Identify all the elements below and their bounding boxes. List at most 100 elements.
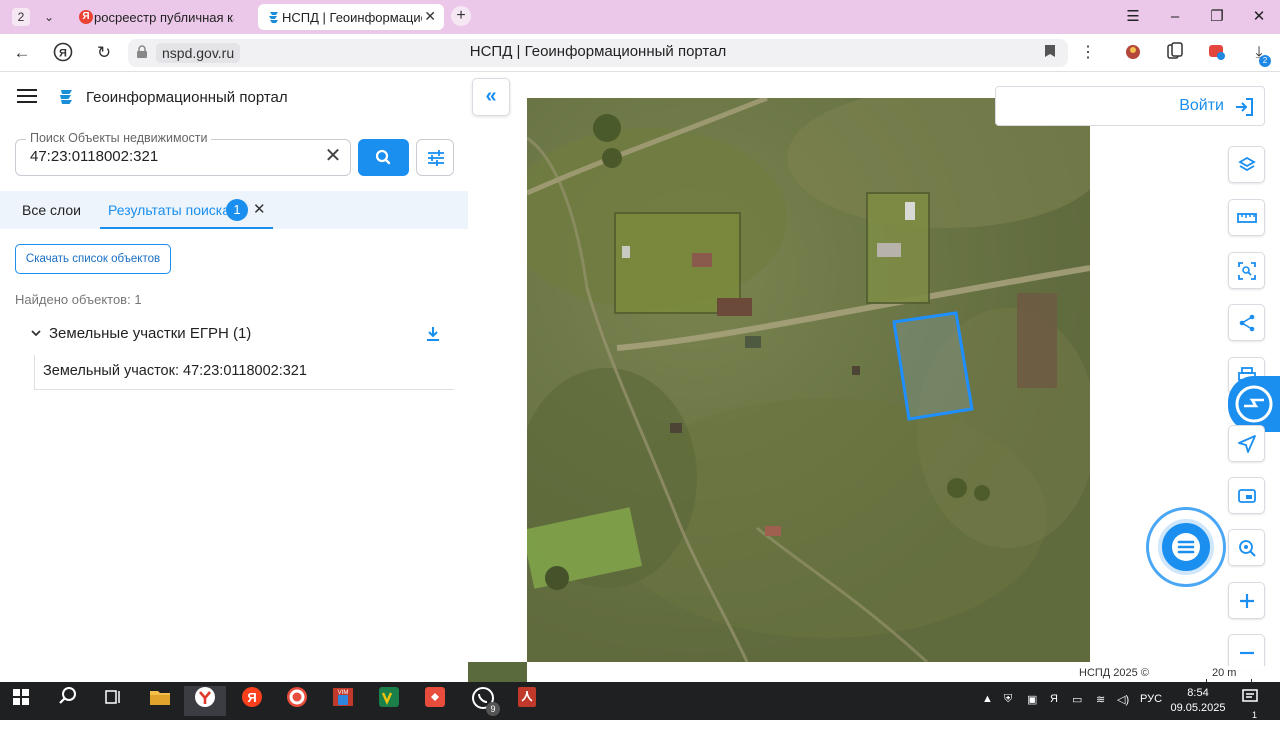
map-attribution: НСПД 2025 © 20 m: [1072, 666, 1268, 683]
language-indicator[interactable]: РУС: [1140, 693, 1162, 705]
search-location-button[interactable]: [1228, 529, 1265, 566]
back-arrow-icon[interactable]: ←: [10, 42, 34, 64]
browser-menu-icon[interactable]: ☰: [1118, 6, 1148, 28]
windows-start-icon[interactable]: [0, 686, 42, 716]
collapse-panel-button[interactable]: «: [472, 78, 510, 116]
yandex-icon[interactable]: Я: [231, 686, 273, 716]
active-tab-indicator: [100, 227, 273, 229]
restore-icon[interactable]: ❐: [1202, 6, 1232, 28]
left-panel: Геоинформационный портал Поиск Объекты н…: [0, 72, 470, 682]
portal-logo-icon: [57, 88, 75, 106]
tab-count-badge[interactable]: 2: [12, 8, 30, 26]
minimize-icon[interactable]: –: [1160, 6, 1190, 28]
filter-button[interactable]: [416, 139, 454, 176]
login-icon[interactable]: [1234, 97, 1254, 117]
share-button[interactable]: [1228, 304, 1265, 341]
filter-icon: [428, 150, 444, 166]
search-button[interactable]: [358, 139, 409, 176]
yandex-tray-icon[interactable]: Я: [1050, 693, 1058, 705]
security-tray-icon[interactable]: ⛨: [1004, 693, 1012, 706]
found-count: Найдено объектов: 1: [15, 292, 142, 307]
satellite-map[interactable]: [527, 98, 1090, 662]
notification-icon[interactable]: 1: [1232, 686, 1268, 720]
search-field[interactable]: Поиск Объекты недвижимости ✕: [15, 131, 351, 176]
browser-tab-rosreestr[interactable]: Я росреестр публичная кадастровая карта: [70, 4, 250, 30]
alice-icon[interactable]: [1205, 42, 1229, 64]
portal-title: Геоинформационный портал: [86, 89, 288, 106]
ccleaner-icon[interactable]: [276, 686, 318, 716]
result-group-header[interactable]: Земельные участки ЕГРН (1): [0, 322, 460, 348]
select-area-button[interactable]: [1228, 252, 1265, 289]
browser-tab-nspd[interactable]: НСПД | Геоинформационный портал ✕: [258, 4, 444, 30]
page-title: НСПД | Геоинформационный портал: [469, 43, 727, 60]
app-tray-icon[interactable]: ▲: [982, 693, 993, 705]
vim-icon[interactable]: VIM: [322, 686, 364, 716]
download-list-button[interactable]: Скачать список объектов: [15, 244, 171, 274]
volume-icon[interactable]: ◁): [1117, 693, 1129, 706]
zoom-out-icon: [1240, 651, 1254, 655]
bookmark-icon[interactable]: [1044, 44, 1056, 61]
login-bar[interactable]: Войти: [995, 86, 1265, 126]
anydesk-icon[interactable]: [414, 686, 456, 716]
reload-icon[interactable]: ↻: [92, 42, 116, 64]
search-label: Поиск Объекты недвижимости: [26, 131, 212, 145]
file-explorer-icon[interactable]: [139, 686, 181, 716]
download-icon[interactable]: [425, 325, 441, 343]
system-clock[interactable]: 8:54 09.05.2025: [1168, 686, 1228, 716]
tab-search-results[interactable]: Результаты поиска: [108, 202, 230, 218]
list-item[interactable]: Земельный участок: 47:23:0118002:321: [34, 355, 454, 390]
tab-all-layers[interactable]: Все слои: [22, 202, 81, 218]
pdf-reader-icon[interactable]: [506, 686, 548, 716]
windows-taskbar: Я VIM 9 ▲ ⛨ ▣ Я ▭ ≋ ◁) РУС 8:54 09.05.20…: [0, 682, 1280, 720]
search-icon[interactable]: [47, 686, 89, 716]
zoom-in-button[interactable]: [1228, 582, 1265, 619]
tab-title: росреестр публичная кадастровая карта: [94, 9, 234, 25]
task-view-icon[interactable]: [92, 686, 134, 716]
results-count-badge: 1: [226, 199, 248, 221]
zoom-in-icon: [1240, 594, 1254, 608]
monitor-tray-icon[interactable]: ▣: [1027, 693, 1037, 706]
search-input[interactable]: [30, 148, 310, 165]
clear-icon[interactable]: ✕: [324, 146, 342, 166]
ruler-icon: [1237, 213, 1257, 223]
chat-button[interactable]: [1158, 519, 1214, 575]
search-icon: [375, 149, 391, 165]
minimap-button[interactable]: [1228, 477, 1265, 514]
yandex-browser-taskbar-icon[interactable]: [184, 686, 226, 716]
parcel-item-label: Земельный участок: 47:23:0118002:321: [43, 363, 307, 379]
clock-time: 8:54: [1187, 687, 1209, 699]
chat-icon: [1172, 533, 1200, 561]
measure-button[interactable]: [1228, 199, 1265, 236]
share-icon: [1239, 314, 1255, 332]
close-icon[interactable]: ✕: [424, 8, 436, 25]
nspd-icon: [267, 10, 281, 24]
layers-button[interactable]: [1228, 146, 1265, 183]
extension-icon[interactable]: [1121, 42, 1145, 64]
feedback-tab[interactable]: [1228, 376, 1280, 432]
layers-icon: [1238, 156, 1256, 172]
select-area-icon: [1238, 262, 1256, 280]
feedback-icon: [1235, 385, 1273, 423]
notification-badge: 1: [1252, 710, 1258, 720]
close-window-icon[interactable]: ✕: [1244, 6, 1274, 28]
close-results-icon[interactable]: ✕: [253, 200, 266, 218]
clock-date: 09.05.2025: [1170, 702, 1226, 714]
navigate-icon: [1238, 435, 1256, 453]
navigate-button[interactable]: [1228, 425, 1265, 462]
svg-text:Я: Я: [59, 48, 67, 60]
svg-text:Я: Я: [247, 690, 256, 705]
chevron-down-icon[interactable]: [30, 326, 42, 338]
yandex-logo-icon[interactable]: Я: [51, 42, 75, 64]
omnibox[interactable]: nspd.gov.ru НСПД | Геоинформационный пор…: [128, 39, 1068, 67]
menu-icon[interactable]: [17, 89, 37, 105]
login-button[interactable]: Войти: [1179, 97, 1224, 115]
battery-icon[interactable]: ▭: [1072, 693, 1082, 706]
new-tab-button[interactable]: +: [451, 6, 471, 26]
chevron-down-icon[interactable]: ⌄: [38, 7, 60, 27]
visio-icon[interactable]: [368, 686, 410, 716]
aerial-imagery: [527, 98, 1090, 662]
more-options-icon[interactable]: ⋮: [1076, 42, 1100, 64]
whatsapp-icon[interactable]: 9: [462, 686, 504, 716]
collections-icon[interactable]: [1163, 42, 1187, 64]
wifi-icon[interactable]: ≋: [1096, 693, 1105, 706]
